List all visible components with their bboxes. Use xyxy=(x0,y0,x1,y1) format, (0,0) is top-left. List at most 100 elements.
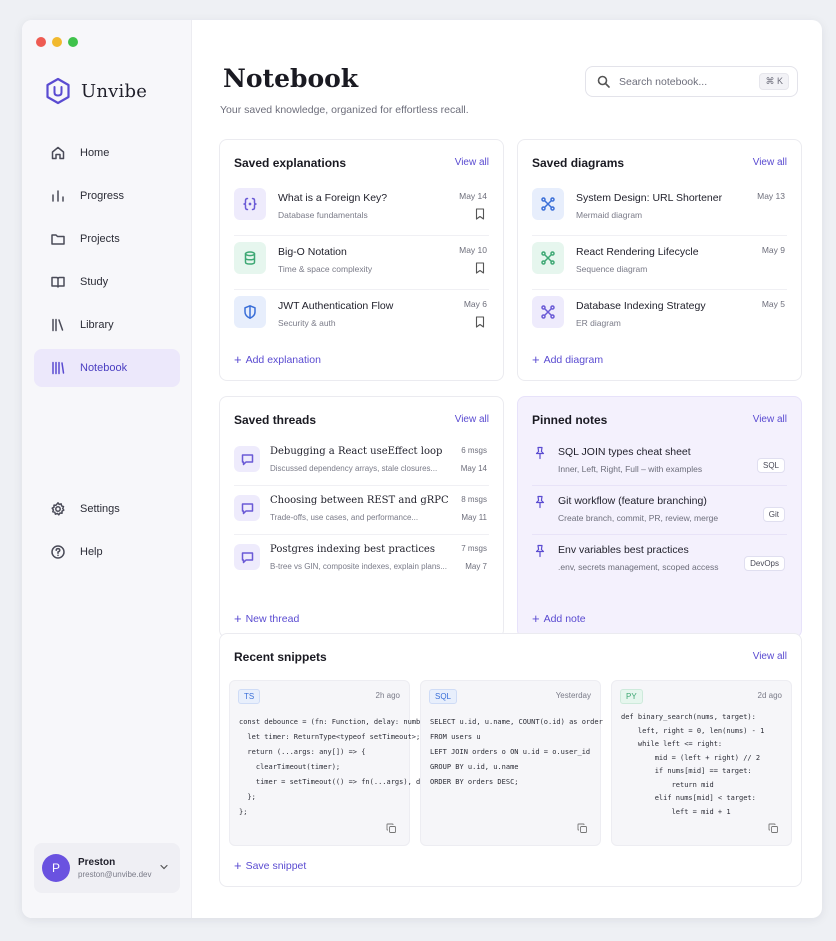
note-subtitle: Create branch, commit, PR, review, merge xyxy=(558,513,719,523)
copy-icon[interactable] xyxy=(386,823,397,834)
sidebar-item-home[interactable]: Home xyxy=(34,134,180,172)
folder-icon xyxy=(51,234,65,245)
item-date: May 6 xyxy=(463,299,487,309)
code-line: FROM users u xyxy=(430,733,481,741)
sidebar-item-label: Help xyxy=(80,546,103,558)
list-item[interactable]: Database Indexing Strategy ER diagram Ma… xyxy=(532,290,787,344)
list-item[interactable]: SQL JOIN types cheat sheet Inner, Left, … xyxy=(532,437,787,486)
library-icon xyxy=(52,318,64,332)
brand[interactable]: Unvibe xyxy=(45,77,147,105)
help-circle-icon xyxy=(51,545,65,559)
recent-snippets-card: Recent snippets View all TS 2h ago const… xyxy=(219,633,802,887)
view-all-link[interactable]: View all xyxy=(455,157,489,168)
code-line: timer = setTimeout(() => fn(...args), de… xyxy=(239,778,446,786)
snippet-card[interactable]: SQL Yesterday SELECT u.id, u.name, COUNT… xyxy=(420,680,603,846)
code-line: left, right = 0, len(nums) - 1 xyxy=(621,726,765,735)
sidebar-item-projects[interactable]: Projects xyxy=(34,220,180,258)
sidebar-item-help[interactable]: Help xyxy=(34,533,180,571)
list-item[interactable]: Debugging a React useEffect loop Discuss… xyxy=(234,437,489,486)
list-item[interactable]: System Design: URL Shortener Mermaid dia… xyxy=(532,182,787,236)
sidebar-item-label: Study xyxy=(80,276,109,288)
chat-icon-tile xyxy=(234,495,260,521)
shield-icon xyxy=(244,305,256,319)
card-title: Pinned notes xyxy=(532,413,608,427)
card-title: Saved diagrams xyxy=(532,156,625,170)
add-label: Add explanation xyxy=(245,354,321,366)
snippet-card[interactable]: TS 2h ago const debounce = (fn: Function… xyxy=(229,680,446,846)
pin-icon xyxy=(535,544,545,558)
sidebar-bottom-nav: Settings Help xyxy=(34,490,180,576)
view-all-link[interactable]: View all xyxy=(455,414,489,425)
thread-subtitle: Trade-offs, use cases, and performance..… xyxy=(270,513,419,522)
pinned-notes-card: Pinned notes View all SQL JOIN types che… xyxy=(517,396,802,638)
new-thread-button[interactable]: + New thread xyxy=(234,611,299,626)
plus-icon: + xyxy=(532,611,540,626)
note-tag[interactable]: Git xyxy=(762,507,785,522)
list-item[interactable]: Choosing between REST and gRPC Trade-off… xyxy=(234,486,489,535)
bookmark-icon[interactable] xyxy=(475,316,485,328)
list-item[interactable]: JWT Authentication Flow Security & auth … xyxy=(234,290,489,344)
save-snippet-button[interactable]: + Save snippet xyxy=(234,859,306,872)
list-item[interactable]: What is a Foreign Key? Database fundamen… xyxy=(234,182,489,236)
pin-icon xyxy=(535,446,545,460)
user-menu[interactable]: P Preston preston@unvibe.dev xyxy=(34,843,180,893)
gear-icon xyxy=(51,502,65,516)
view-all-link[interactable]: View all xyxy=(753,651,787,662)
add-explanation-button[interactable]: + Add explanation xyxy=(234,353,321,366)
add-note-button[interactable]: + Add note xyxy=(532,611,586,626)
note-tag[interactable]: SQL xyxy=(756,458,785,473)
copy-icon[interactable] xyxy=(768,823,779,834)
code-line: while left <= right: xyxy=(621,740,723,748)
maximize-window-button[interactable] xyxy=(68,37,78,47)
braces-icon xyxy=(243,197,257,211)
item-date: May 9 xyxy=(761,245,785,255)
plus-icon: + xyxy=(234,611,242,626)
diagram-icon xyxy=(541,305,555,319)
unvibe-logo-icon xyxy=(46,77,70,105)
icon-tile xyxy=(234,188,266,220)
copy-icon[interactable] xyxy=(577,823,588,834)
sidebar-item-notebook[interactable]: Notebook xyxy=(34,349,180,387)
item-subtitle: Security & auth xyxy=(278,318,336,328)
view-all-link[interactable]: View all xyxy=(753,414,787,425)
bookmark-icon[interactable] xyxy=(475,262,485,274)
code-line: }; xyxy=(239,808,248,816)
item-date: May 5 xyxy=(761,299,785,309)
diagram-icon xyxy=(541,251,555,265)
sidebar-item-library[interactable]: Library xyxy=(34,306,180,344)
snippet-time: 2h ago xyxy=(375,691,400,700)
icon-tile xyxy=(532,188,564,220)
note-tag[interactable]: DevOps xyxy=(744,556,785,571)
list-item[interactable]: Env variables best practices .env, secre… xyxy=(532,535,787,584)
sidebar-item-study[interactable]: Study xyxy=(34,263,180,301)
bar-chart-icon xyxy=(52,190,64,202)
language-badge: PY xyxy=(620,689,643,704)
avatar: P xyxy=(42,854,70,882)
view-all-link[interactable]: View all xyxy=(753,157,787,168)
bookmark-icon[interactable] xyxy=(475,208,485,220)
sidebar-item-label: Settings xyxy=(80,503,120,515)
chat-icon-tile xyxy=(234,544,260,570)
snippet-card[interactable]: PY 2d ago def binary_search(nums, target… xyxy=(611,680,792,846)
list-item[interactable]: Big-O Notation Time & space complexity M… xyxy=(234,236,489,290)
list-item[interactable]: React Rendering Lifecycle Sequence diagr… xyxy=(532,236,787,290)
code-line: }; xyxy=(239,793,256,801)
add-diagram-button[interactable]: + Add diagram xyxy=(532,353,603,366)
search-shortcut: ⌘ K xyxy=(759,73,789,90)
sidebar-item-settings[interactable]: Settings xyxy=(34,490,180,528)
note-subtitle: Inner, Left, Right, Full – with examples xyxy=(558,464,703,474)
item-date: May 13 xyxy=(757,191,785,201)
minimize-window-button[interactable] xyxy=(52,37,62,47)
search-input[interactable]: Search notebook... ⌘ K xyxy=(585,66,798,97)
sidebar-item-progress[interactable]: Progress xyxy=(34,177,180,215)
close-window-button[interactable] xyxy=(36,37,46,47)
saved-diagrams-card: Saved diagrams View all System Design: U… xyxy=(517,139,802,381)
list-item[interactable]: Postgres indexing best practices B-tree … xyxy=(234,535,489,584)
item-title: What is a Foreign Key? xyxy=(278,192,388,204)
item-subtitle: Database fundamentals xyxy=(278,210,368,220)
code-line: elif nums[mid] < target: xyxy=(621,794,756,802)
sidebar-item-label: Progress xyxy=(80,190,125,202)
code-line: clearTimeout(timer); xyxy=(239,763,341,771)
list-item[interactable]: Git workflow (feature branching) Create … xyxy=(532,486,787,535)
code-line: SELECT u.id, u.name, COUNT(o.id) as orde… xyxy=(430,718,603,726)
